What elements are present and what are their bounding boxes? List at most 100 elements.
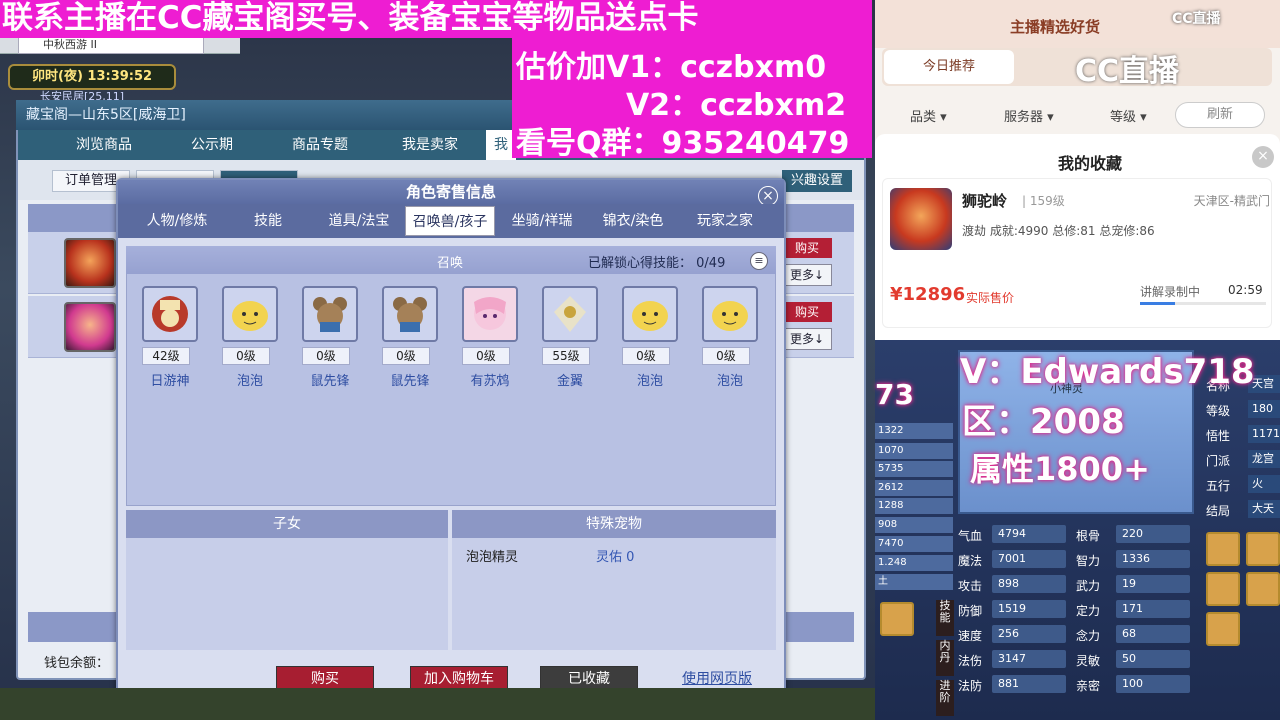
tab-items[interactable]: 道具/法宝: [316, 206, 402, 236]
row-buy-button[interactable]: 购买: [782, 238, 832, 258]
skill-unlock-status: 已解锁心得技能： 0/49: [588, 252, 748, 271]
filter-server[interactable]: 服务器 ▾: [1004, 106, 1064, 126]
info-label: 门派: [1206, 454, 1231, 468]
left-stat: 1070: [875, 443, 953, 459]
pet-icon: [142, 286, 198, 342]
stat-label: 定力: [1076, 604, 1101, 618]
tab-character[interactable]: 人物/修炼: [132, 206, 222, 236]
close-icon[interactable]: ×: [1252, 146, 1274, 168]
add-to-cart-button[interactable]: 加入购物车: [410, 666, 508, 690]
stat-value: 1519: [992, 600, 1066, 618]
row-more-button[interactable]: 更多↓: [782, 328, 832, 350]
special-pet-value: 灵佑 0: [596, 550, 635, 565]
pet-card[interactable]: 0级 鼠先锋: [302, 286, 362, 389]
stat-value: 881: [992, 675, 1066, 693]
tab-mounts[interactable]: 坐骑/祥瑞: [500, 206, 584, 236]
menu-icon[interactable]: ≡: [750, 252, 768, 270]
stat-value: 171: [1116, 600, 1190, 618]
skill-icon[interactable]: [1206, 572, 1240, 606]
pet-name[interactable]: 金翼: [542, 370, 598, 389]
stat-value: 68: [1116, 625, 1190, 643]
summon-panel-title: 召唤: [436, 256, 463, 271]
left-stat: 1288: [875, 498, 953, 514]
pet-name[interactable]: 鼠先锋: [382, 370, 438, 389]
pet-icon: [462, 286, 518, 342]
side-tab-skills[interactable]: 技能: [936, 600, 954, 636]
left-stat: 908: [875, 517, 953, 533]
stat-value: 100: [1116, 675, 1190, 693]
promo-line-3: 看号Q群：935240479: [516, 126, 850, 161]
pet-icon: [702, 286, 758, 342]
promo-banner: 联系主播在CC藏宝阁买号、装备宝宝等物品送点卡: [0, 0, 872, 38]
game-clock: 卯时(夜) 13:39:52: [8, 64, 176, 90]
info-value: 1171: [1248, 425, 1280, 443]
skill-unlock-value: 0/49: [696, 256, 726, 271]
pet-name[interactable]: 鼠先锋: [302, 370, 358, 389]
pet-card[interactable]: 0级 有苏鸩: [462, 286, 522, 389]
skill-icon[interactable]: [1246, 532, 1280, 566]
row-buy-button[interactable]: 购买: [782, 302, 832, 322]
tab-topics[interactable]: 商品专题: [270, 130, 370, 160]
pet-name[interactable]: 泡泡: [622, 370, 678, 389]
tab-today[interactable]: 今日推荐: [884, 50, 1014, 84]
skill-icon[interactable]: [1206, 532, 1240, 566]
pet-card[interactable]: 0级 鼠先锋: [382, 286, 442, 389]
pet-card[interactable]: 0级 泡泡: [222, 286, 282, 389]
character-avatar: [890, 188, 952, 250]
stat-label: 亲密: [1076, 679, 1101, 693]
special-pet-name: 泡泡精灵: [466, 550, 519, 565]
cc-live-logo: CC直播: [1075, 54, 1180, 89]
pet-name[interactable]: 泡泡: [702, 370, 758, 389]
stat-label: 念力: [1076, 629, 1101, 643]
stat-value: 1336: [1116, 550, 1190, 568]
info-label: 悟性: [1206, 429, 1231, 443]
stat-label: 根骨: [1076, 529, 1101, 543]
refresh-button[interactable]: 刷新: [1175, 102, 1265, 128]
game-tab[interactable]: 中秋西游 II: [18, 36, 204, 54]
tab-browse[interactable]: 浏览商品: [54, 130, 154, 160]
pet-card[interactable]: 0级 泡泡: [622, 286, 682, 389]
tab-costumes[interactable]: 锦衣/染色: [590, 206, 676, 236]
dialog-title: 角色寄售信息: [118, 180, 784, 204]
tab-seller[interactable]: 我是卖家: [380, 130, 480, 160]
filter-category[interactable]: 品类 ▾: [910, 106, 960, 126]
pet-name[interactable]: 泡泡: [222, 370, 278, 389]
shop-title: 主播精选好货: [1010, 18, 1101, 36]
skill-icon[interactable]: [1206, 612, 1240, 646]
close-icon[interactable]: ×: [758, 186, 778, 206]
left-stat: 1322: [875, 423, 953, 439]
buy-button[interactable]: 购买: [276, 666, 374, 690]
info-label: 等级: [1206, 404, 1231, 418]
skill-icon[interactable]: [880, 602, 914, 636]
pet-level: 0级: [462, 347, 510, 365]
item-server: 天津区-精武门: [1193, 194, 1270, 208]
pet-name[interactable]: 日游神: [142, 370, 198, 389]
pet-card[interactable]: 55级 金翼: [542, 286, 602, 389]
pet-icon: [222, 286, 278, 342]
skill-icon[interactable]: [1246, 572, 1280, 606]
character-avatar: [64, 302, 116, 352]
pet-card[interactable]: 0级 泡泡: [702, 286, 762, 389]
wallet-label: 钱包余额：: [44, 656, 110, 671]
pet-icon: [542, 286, 598, 342]
tab-skills[interactable]: 技能: [226, 206, 310, 236]
pet-name[interactable]: 有苏鸩: [462, 370, 518, 389]
recording-timer: 02:59: [1228, 283, 1263, 297]
item-level: | 159级: [1022, 194, 1065, 208]
tab-public[interactable]: 公示期: [162, 130, 262, 160]
side-tab-core[interactable]: 内丹: [936, 640, 954, 676]
character-avatar: [64, 238, 116, 288]
tab-home[interactable]: 玩家之家: [682, 206, 768, 236]
row-more-button[interactable]: 更多↓: [782, 264, 832, 286]
overlay-attribute: 属性1800+: [970, 450, 1150, 488]
web-version-link[interactable]: 使用网页版: [682, 668, 772, 688]
side-tab-advance[interactable]: 进阶: [936, 680, 954, 716]
tab-summons[interactable]: 召唤兽/孩子: [405, 206, 495, 236]
pet-icon: [622, 286, 678, 342]
collected-button[interactable]: 已收藏: [540, 666, 638, 690]
filter-level[interactable]: 等级 ▾: [1110, 106, 1160, 126]
pet-card[interactable]: 42级 日游神: [142, 286, 202, 389]
recording-status: 讲解录制中: [1140, 285, 1201, 299]
pet-icon: [302, 286, 358, 342]
interest-settings-button[interactable]: 兴趣设置: [782, 170, 852, 192]
